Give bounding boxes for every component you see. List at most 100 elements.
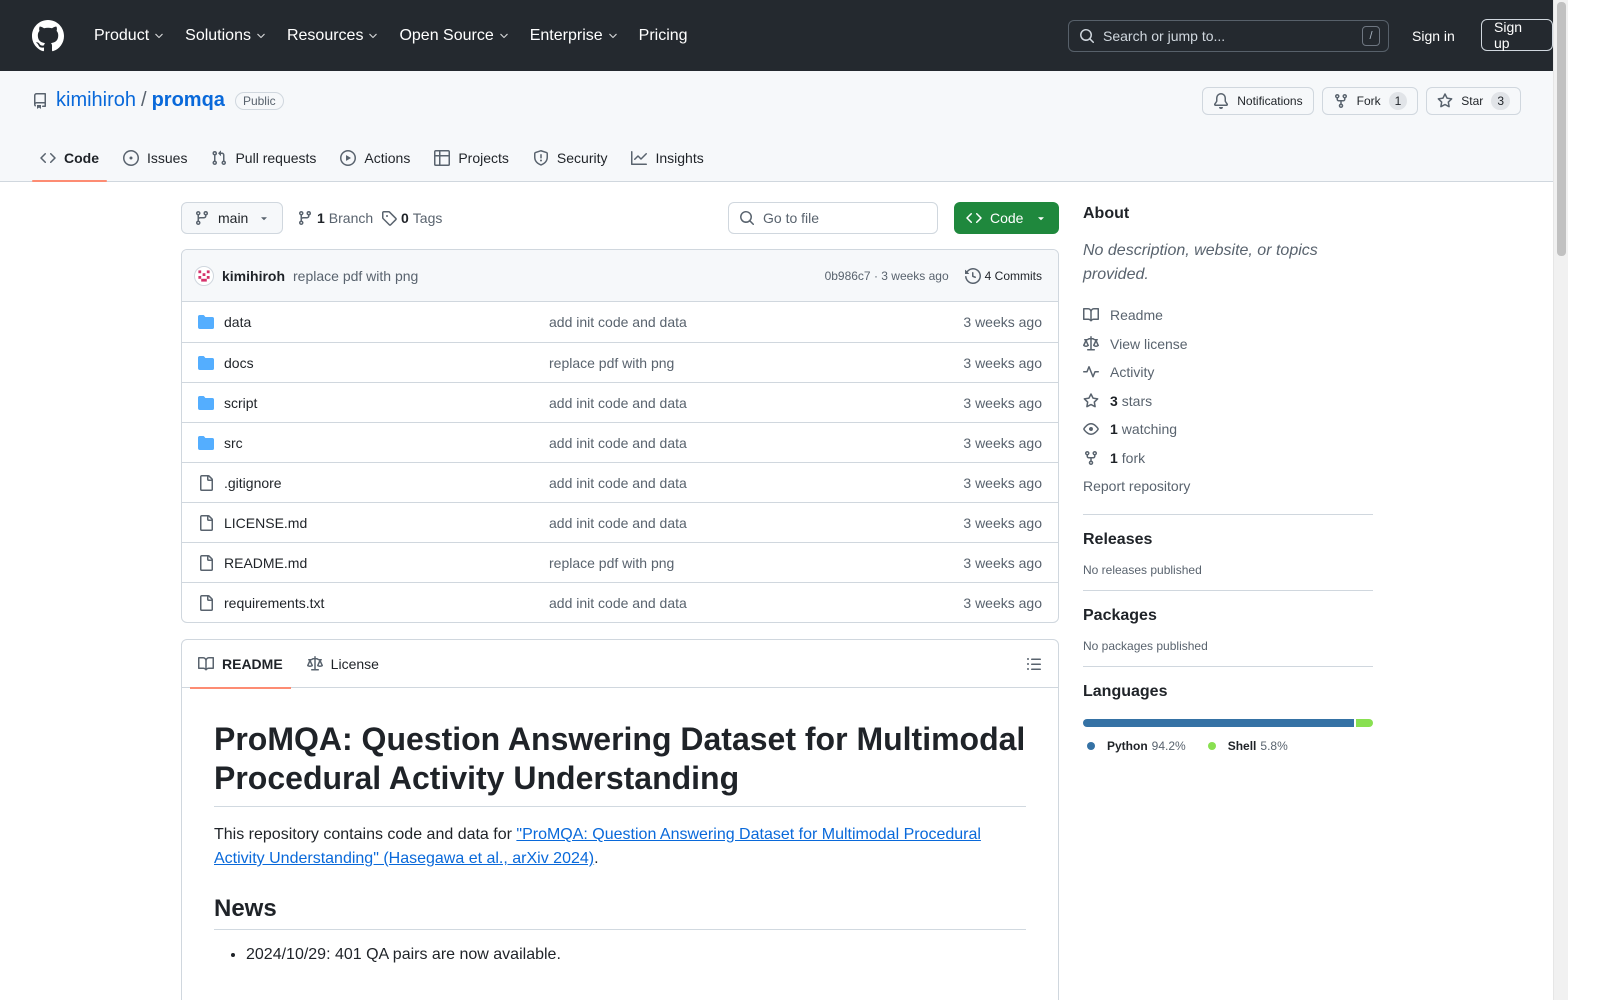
- tab-pull-requests[interactable]: Pull requests: [203, 135, 324, 181]
- file-name-link[interactable]: .gitignore: [224, 475, 549, 491]
- nav-open-source[interactable]: Open Source: [391, 18, 517, 54]
- nav-resources-label: Resources: [286, 26, 364, 44]
- branch-label: Branch: [328, 210, 374, 226]
- file-name-link[interactable]: script: [224, 395, 549, 411]
- tab-actions[interactable]: Actions: [332, 135, 418, 181]
- file-name-link[interactable]: docs: [224, 355, 549, 371]
- list-unordered-icon[interactable]: [1026, 656, 1042, 672]
- file-name-link[interactable]: requirements.txt: [224, 595, 549, 611]
- code-dropdown-button[interactable]: Code: [954, 202, 1059, 234]
- file-commit-message[interactable]: add init code and data: [549, 435, 963, 451]
- forks-link[interactable]: 1 fork: [1083, 444, 1373, 473]
- language-bar-segment: [1356, 718, 1373, 727]
- repo-icon: [34, 92, 46, 109]
- tab-readme-label: README: [222, 655, 283, 672]
- packages-heading[interactable]: Packages: [1083, 607, 1373, 625]
- sign-in-link[interactable]: Sign in: [1402, 20, 1465, 52]
- file-name-link[interactable]: LICENSE.md: [224, 515, 549, 531]
- file-icon: [200, 594, 213, 611]
- global-search-input[interactable]: Search or jump to... /: [1068, 20, 1389, 52]
- book-icon: [198, 656, 214, 670]
- language-percent: 94.2%: [1151, 738, 1186, 753]
- fork-button[interactable]: Fork 1: [1321, 87, 1419, 115]
- file-row[interactable]: data add init code and data 3 weeks ago: [182, 302, 1058, 342]
- file-commit-message[interactable]: replace pdf with png: [549, 555, 963, 571]
- language-list: Python 94.2% Shell 5.8%: [1083, 739, 1373, 753]
- notifications-button[interactable]: Notifications: [1202, 87, 1314, 115]
- file-row[interactable]: .gitignore add init code and data 3 weeks …: [182, 462, 1058, 502]
- file-commit-message[interactable]: replace pdf with png: [549, 355, 963, 371]
- sign-up-button[interactable]: Sign up: [1481, 19, 1553, 51]
- language-item[interactable]: Shell 5.8%: [1207, 739, 1288, 753]
- file-commit-message[interactable]: add init code and data: [549, 595, 963, 611]
- file-row[interactable]: script add init code and data 3 weeks ago: [182, 382, 1058, 422]
- file-updated-time: 3 weeks ago: [963, 354, 1042, 371]
- nav-resources[interactable]: Resources: [279, 18, 387, 54]
- nav-enterprise[interactable]: Enterprise: [522, 18, 627, 54]
- releases-heading[interactable]: Releases: [1083, 531, 1373, 549]
- news-list: 2024/10/29: 401 QA pairs are now availab…: [214, 946, 1026, 964]
- fork-icon: [1334, 94, 1347, 109]
- tab-issues[interactable]: Issues: [115, 135, 195, 181]
- repo-header: kimihiroh / promqa Public Notifications …: [0, 71, 1553, 182]
- law-icon: [306, 655, 323, 670]
- stars-link[interactable]: 3 stars: [1083, 387, 1373, 416]
- file-commit-message[interactable]: add init code and data: [549, 515, 963, 531]
- watchers-link[interactable]: 1 watching: [1083, 415, 1373, 444]
- code-icon: [40, 152, 56, 164]
- report-repository-link[interactable]: Report repository: [1083, 472, 1373, 501]
- file-commit-message[interactable]: add init code and data: [549, 395, 963, 411]
- nav-product[interactable]: Product: [86, 18, 173, 54]
- file-name-link[interactable]: README.md: [224, 555, 549, 571]
- file-commit-message[interactable]: add init code and data: [549, 475, 963, 491]
- nav-pricing[interactable]: Pricing: [631, 18, 696, 54]
- file-row[interactable]: LICENSE.md add init code and data 3 weeks …: [182, 502, 1058, 542]
- shield-icon: [533, 150, 548, 166]
- tab-insights[interactable]: Insights: [623, 135, 711, 181]
- issue-opened-icon: [123, 150, 139, 166]
- file-list: data add init code and data 3 weeks ago doc…: [182, 302, 1058, 622]
- branches-link[interactable]: 1 Branch: [297, 202, 373, 234]
- commit-message-link[interactable]: replace pdf with png: [293, 268, 825, 284]
- view-license-link[interactable]: View license: [1083, 330, 1373, 359]
- tab-readme[interactable]: README: [190, 640, 291, 689]
- file-icon: [200, 554, 213, 571]
- file-row[interactable]: docs replace pdf with png 3 weeks ago: [182, 342, 1058, 382]
- forks-count: 1: [1110, 449, 1118, 466]
- tab-security[interactable]: Security: [525, 135, 616, 181]
- file-row[interactable]: requirements.txt add init code and data 3 …: [182, 582, 1058, 622]
- file-commit-message[interactable]: add init code and data: [549, 314, 963, 330]
- activity-link[interactable]: Activity: [1083, 358, 1373, 387]
- file-icon: [200, 514, 213, 531]
- avatar[interactable]: [194, 265, 214, 286]
- language-name: Python: [1107, 738, 1148, 753]
- commits-history-link[interactable]: 4 Commits: [964, 267, 1042, 284]
- repo-name-link[interactable]: promqa: [152, 89, 225, 112]
- tab-pull-requests-label: Pull requests: [235, 150, 317, 166]
- branch-select-button[interactable]: main: [181, 202, 283, 234]
- tab-code[interactable]: Code: [32, 135, 107, 182]
- star-button[interactable]: Star 3: [1426, 87, 1521, 115]
- commit-author-link[interactable]: kimihiroh: [222, 268, 285, 284]
- github-logo-icon[interactable]: [32, 19, 64, 52]
- packages-empty-text: No packages published: [1083, 638, 1208, 653]
- file-row[interactable]: src add init code and data 3 weeks ago: [182, 422, 1058, 462]
- tab-security-label: Security: [556, 150, 608, 166]
- scrollbar-thumb[interactable]: [1557, 2, 1566, 256]
- tab-projects[interactable]: Projects: [426, 135, 517, 181]
- readme-link[interactable]: Readme: [1083, 301, 1373, 330]
- repo-owner-link[interactable]: kimihiroh: [56, 89, 136, 112]
- sidebar-divider: [1083, 589, 1373, 591]
- go-to-file-input[interactable]: Go to file: [728, 202, 938, 234]
- readme-intro-prefix: This repository contains code and data f…: [214, 826, 517, 844]
- file-row[interactable]: README.md replace pdf with png 3 weeks ago: [182, 542, 1058, 582]
- language-item[interactable]: Python 94.2%: [1087, 739, 1186, 753]
- nav-solutions[interactable]: Solutions: [177, 18, 275, 54]
- file-name-link[interactable]: src: [224, 435, 549, 451]
- tab-license[interactable]: License: [299, 640, 387, 688]
- file-name-link[interactable]: data: [224, 314, 549, 330]
- file-updated-time: 3 weeks ago: [963, 514, 1042, 531]
- commit-sha-time[interactable]: 0b986c7 · 3 weeks ago: [825, 269, 949, 283]
- tags-link[interactable]: 0 Tags: [381, 202, 442, 234]
- page-scrollbar[interactable]: [1553, 0, 1568, 1000]
